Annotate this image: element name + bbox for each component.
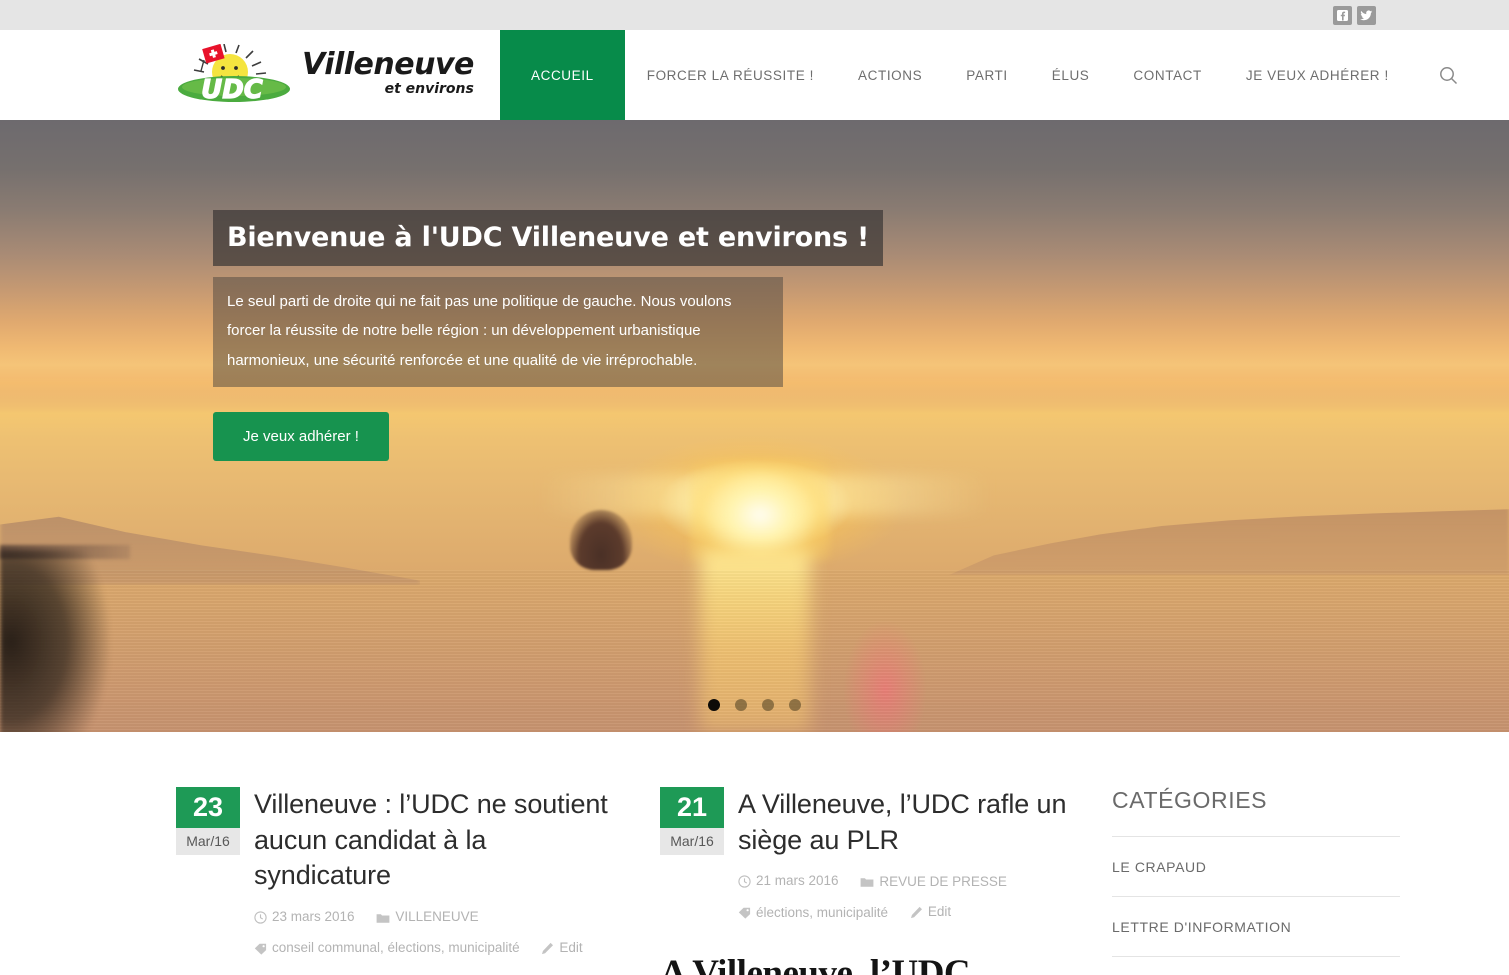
sidebar-item-revue-de-presse[interactable]: REVUE DE PRESSE: [1112, 957, 1400, 975]
nav-item-forcer-la-reussite[interactable]: FORCER LA RÉUSSITE !: [625, 30, 836, 120]
main-content: 23 Mar/16 Villeneuve : l’UDC ne soutient…: [0, 732, 1509, 975]
post-tags-text: élections, municipalité: [756, 904, 889, 920]
post-title[interactable]: Villeneuve : l’UDC ne soutient aucun can…: [254, 787, 616, 894]
top-bar: [0, 0, 1509, 30]
post-item: 23 Mar/16 Villeneuve : l’UDC ne soutient…: [176, 787, 616, 975]
nav-item-je-veux-adherer[interactable]: JE VEUX ADHÉRER !: [1224, 30, 1411, 120]
hero-cta-button[interactable]: Je veux adhérer !: [213, 411, 389, 461]
sidebar-item-lettre-dinformation[interactable]: LETTRE D'INFORMATION: [1112, 897, 1400, 957]
post-edit-text: Edit: [559, 939, 583, 955]
nav-item-accueil[interactable]: ACCUEIL: [500, 30, 625, 120]
tag-icon: [254, 943, 267, 955]
hero-title: Bienvenue à l'UDC Villeneuve et environs…: [213, 210, 884, 266]
post-item: 21 Mar/16 A Villeneuve, l’UDC rafle un s…: [660, 787, 1100, 975]
folder-icon: [860, 878, 874, 887]
social-links: [1333, 5, 1376, 25]
hero-subtitle: Le seul parti de droite qui ne fait pas …: [213, 277, 783, 387]
post-date-day: 21: [660, 787, 724, 829]
clock-icon: [254, 910, 267, 924]
post-title[interactable]: A Villeneuve, l’UDC rafle un siège au PL…: [738, 787, 1100, 858]
post-category-text: REVUE DE PRESSE: [879, 873, 1007, 889]
post-tags-text: conseil communal, élections, municipalit…: [272, 940, 520, 956]
svg-text:UDC: UDC: [201, 75, 263, 105]
post-meta: 23 mars 2016 VILLENEUVE conseil communal…: [254, 903, 616, 965]
slider-dot-4[interactable]: [789, 699, 801, 711]
post-date-meta[interactable]: 23 mars 2016: [254, 903, 355, 931]
clock-icon: [738, 875, 751, 888]
sidebar-item-le-crapaud[interactable]: LE CRAPAUD: [1112, 837, 1400, 897]
post-tags-meta[interactable]: conseil communal, élections, municipalit…: [254, 934, 520, 962]
main-navigation: ACCUEIL FORCER LA RÉUSSITE ! ACTIONS PAR…: [500, 30, 1509, 120]
facebook-icon[interactable]: [1333, 5, 1352, 25]
tag-icon: [738, 907, 751, 919]
twitter-icon[interactable]: [1357, 5, 1376, 25]
post-edit-link[interactable]: Edit: [541, 934, 583, 962]
pencil-icon: [542, 942, 554, 954]
post-category-meta[interactable]: REVUE DE PRESSE: [860, 868, 1007, 896]
post-category-text: VILLENEUVE: [395, 909, 479, 925]
post-date-badge: 21 Mar/16: [660, 787, 724, 856]
nav-item-actions[interactable]: ACTIONS: [836, 30, 944, 120]
hero-sun: [690, 460, 830, 560]
slider-pagination: [0, 699, 1509, 711]
press-clipping-headline: A Villeneuve, l’UDC: [660, 953, 971, 975]
slider-dot-3[interactable]: [762, 699, 774, 711]
post-date-month: Mar/16: [176, 828, 240, 856]
post-list: 23 Mar/16 Villeneuve : l’UDC ne soutient…: [0, 787, 1100, 975]
sidebar: CATÉGORIES LE CRAPAUD LETTRE D'INFORMATI…: [1100, 787, 1400, 975]
post-date-day: 23: [176, 787, 240, 829]
post-date-text: 21 mars 2016: [756, 873, 839, 889]
post-category-meta[interactable]: VILLENEUVE: [376, 903, 479, 931]
post-date-badge: 23 Mar/16: [176, 787, 240, 856]
nav-item-elus[interactable]: ÉLUS: [1030, 30, 1112, 120]
slider-dot-2[interactable]: [735, 699, 747, 711]
post-edit-link[interactable]: Edit: [910, 898, 951, 926]
logo-subtitle: et environs: [384, 81, 474, 97]
post-date-text: 23 mars 2016: [272, 908, 355, 924]
site-logo[interactable]: UDC Villeneuve et environs: [0, 30, 500, 120]
nav-item-parti[interactable]: PARTI: [944, 30, 1030, 120]
slider-dot-1[interactable]: [708, 699, 720, 711]
pencil-icon: [910, 906, 922, 919]
site-header: UDC Villeneuve et environs ACCUEIL FORCE…: [0, 30, 1509, 120]
logo-name: Villeneuve: [302, 47, 474, 82]
hero-content: Bienvenue à l'UDC Villeneuve et environs…: [213, 210, 884, 461]
folder-icon: [376, 913, 390, 923]
nav-item-contact[interactable]: CONTACT: [1111, 30, 1223, 120]
hero-islet: [570, 510, 632, 570]
post-date-month: Mar/16: [660, 828, 724, 856]
post-tags-meta[interactable]: élections, municipalité: [738, 899, 888, 927]
post-date-meta[interactable]: 21 mars 2016: [738, 867, 839, 895]
post-edit-text: Edit: [927, 904, 952, 920]
search-icon[interactable]: [1421, 30, 1476, 120]
post-meta: 21 mars 2016 REVUE DE PRESSE élections, …: [738, 867, 1100, 929]
sidebar-title: CATÉGORIES: [1112, 787, 1400, 837]
udc-logo-mark: UDC: [176, 43, 296, 106]
hero-slider: Bienvenue à l'UDC Villeneuve et environs…: [0, 120, 1509, 732]
